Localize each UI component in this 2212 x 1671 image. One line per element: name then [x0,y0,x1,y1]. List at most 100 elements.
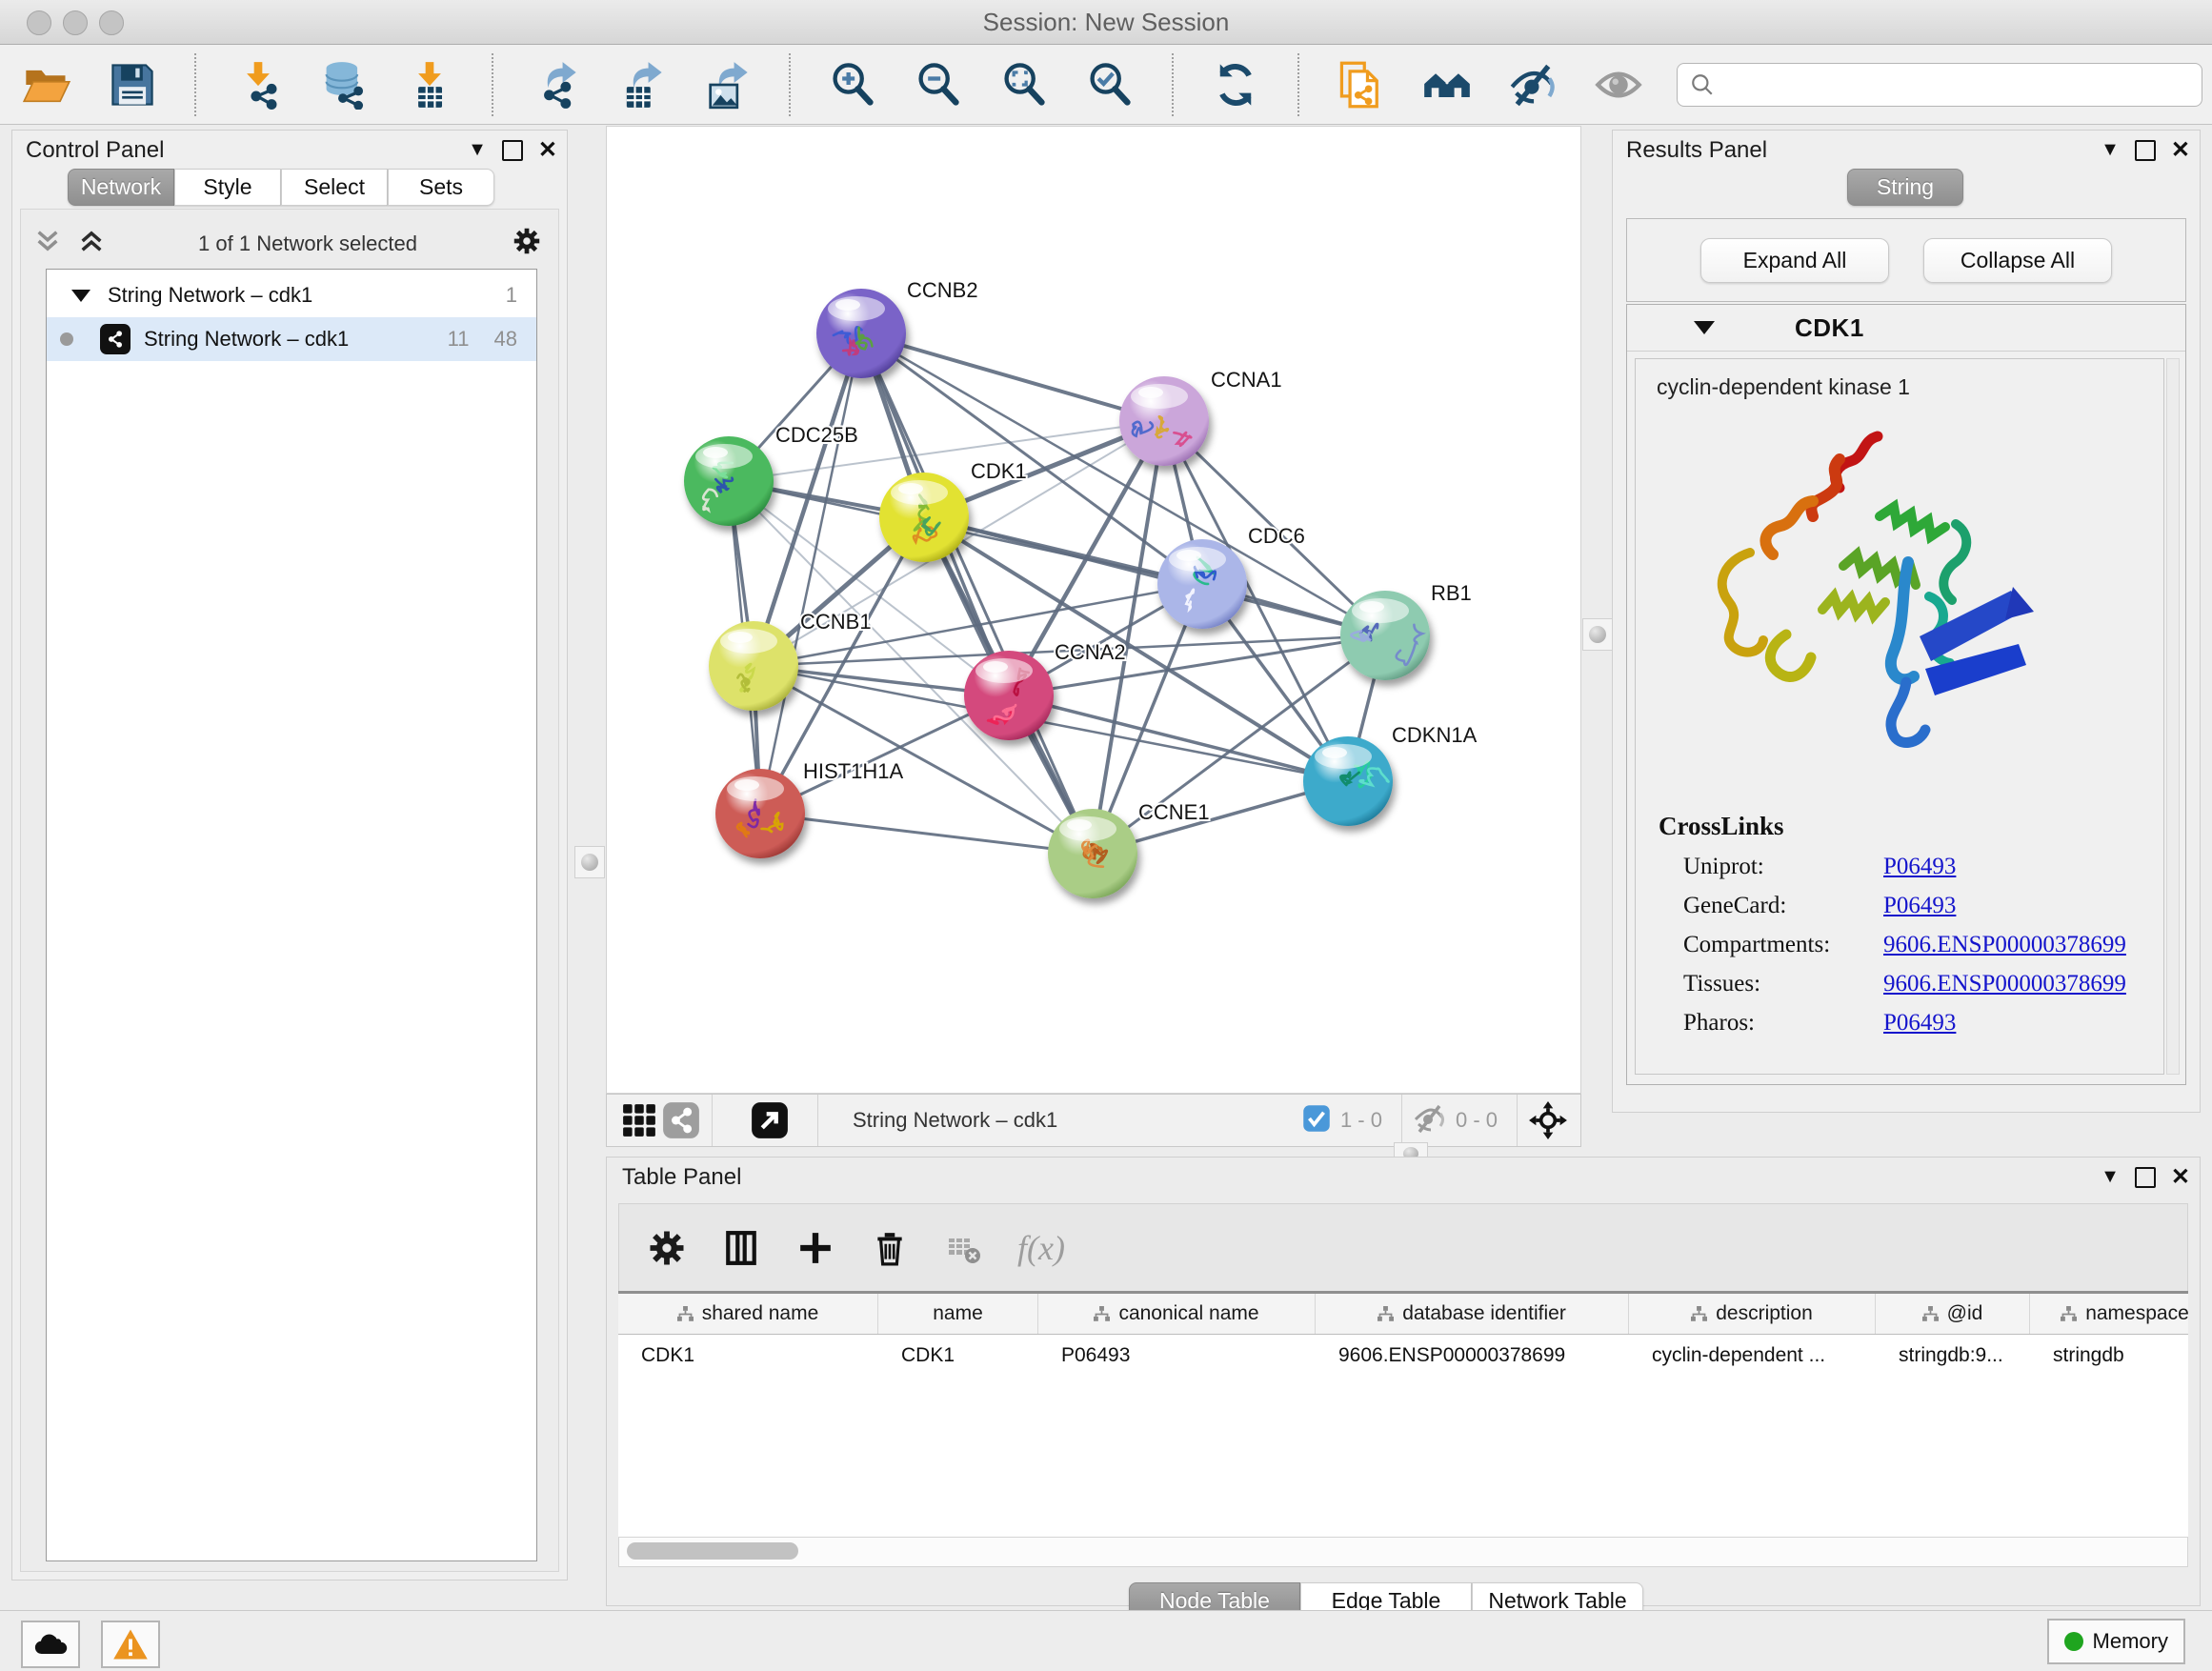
network-options-gear-icon[interactable] [511,225,543,262]
column-header-description[interactable]: description [1629,1294,1876,1334]
import-network-icon[interactable] [231,57,286,112]
expand-all-chevron-icon[interactable] [78,228,105,259]
panel-menu-icon[interactable]: ▼ [468,139,487,161]
edge-CCNA2-CDKN1A[interactable] [1009,695,1348,781]
node-CDKN1A[interactable]: CDKN1A [1303,723,1478,826]
collection-label: String Network – cdk1 [108,283,312,308]
edge-CCNB2-HIST1H1A[interactable] [760,333,861,814]
zoom-in-icon[interactable] [825,57,880,112]
table-cell[interactable]: stringdb [2030,1335,2188,1377]
zoom-out-icon[interactable] [911,57,966,112]
column-header-canonical-name[interactable]: canonical name [1038,1294,1316,1334]
open-session-icon[interactable] [19,57,74,112]
zoom-fit-icon[interactable] [996,57,1052,112]
main-toolbar: ? [0,45,2212,125]
collection-expand-icon[interactable] [71,290,90,302]
tab-style[interactable]: Style [174,169,281,206]
table-panel: Table Panel ▼ ✕ f(x) shared namenamecano… [606,1157,2201,1606]
first-neighbors-icon[interactable] [1419,57,1475,112]
panel-close-icon[interactable]: ✕ [2171,1163,2190,1191]
zoom-selected-icon[interactable] [1082,57,1137,112]
protein-collapse-icon[interactable] [1694,321,1715,334]
table-options-gear-icon[interactable] [646,1227,688,1269]
hide-selected-icon[interactable] [1505,57,1560,112]
node-label: CDK1 [971,459,1027,483]
edge-HIST1H1A-CCNE1[interactable] [760,814,1093,854]
crosslink-link[interactable]: P06493 [1883,893,1956,919]
memory-button[interactable]: Memory [2047,1619,2185,1664]
node-HIST1H1A[interactable]: HIST1H1A [715,759,903,858]
table-cell[interactable]: cyclin-dependent ... [1629,1335,1876,1377]
panel-close-icon[interactable]: ✕ [538,136,557,164]
table-cell[interactable]: P06493 [1038,1335,1316,1377]
results-scrollbar[interactable] [2166,358,2180,1075]
panel-float-icon[interactable] [502,140,523,161]
network-edge-count: 48 [494,327,517,352]
table-row[interactable]: CDK1CDK1P064939606.ENSP00000378699cyclin… [618,1335,2188,1377]
column-header-namespace[interactable]: namespace [2030,1294,2188,1334]
column-header-database-identifier[interactable]: database identifier [1316,1294,1629,1334]
protein-header-row[interactable]: CDK1 [1627,305,2185,352]
show-columns-icon[interactable] [720,1227,762,1269]
grid-view-icon[interactable] [618,1099,660,1141]
panel-float-icon[interactable] [2135,1167,2156,1188]
table-cell[interactable]: 9606.ENSP00000378699 [1316,1335,1629,1377]
collapse-all-chevron-icon[interactable] [34,228,61,259]
hidden-eye-icon[interactable] [1412,1101,1446,1140]
column-header-@id[interactable]: @id [1876,1294,2030,1334]
table-cell[interactable]: CDK1 [618,1335,878,1377]
crosslink-link[interactable]: P06493 [1883,854,1956,880]
search-input[interactable] [1677,63,2202,107]
expand-all-button[interactable]: Expand All [1700,238,1889,283]
import-database-icon[interactable] [316,57,372,112]
duplicate-network-icon[interactable] [1334,57,1389,112]
refresh-icon[interactable] [1208,57,1263,112]
column-header-shared-name[interactable]: shared name [618,1294,878,1334]
node-CCNE1[interactable]: CCNE1 [1048,800,1210,898]
node-CDK1[interactable]: CDK1 [879,459,1027,562]
selected-checkbox-icon[interactable] [1302,1104,1331,1137]
table-hscrollbar-thumb[interactable] [627,1542,798,1560]
panel-menu-icon[interactable]: ▼ [2101,1166,2120,1188]
crosslink-link[interactable]: P06493 [1883,1010,1956,1037]
panel-float-icon[interactable] [2135,140,2156,161]
node-table[interactable]: shared namenamecanonical namedatabase id… [618,1291,2188,1540]
create-column-icon[interactable] [794,1227,836,1269]
save-session-icon[interactable] [105,57,160,112]
birds-eye-view-icon[interactable] [660,1099,702,1141]
node-CCNB2[interactable]: CCNB2 [816,278,978,378]
edge-CDK1-RB1[interactable] [924,517,1385,635]
network-graph[interactable]: CCNB2CCNA1CDC25BCDK1CDC6RB1CCNB1CCNA2CDK… [606,126,1581,1094]
detach-view-icon[interactable] [749,1099,791,1141]
import-table-icon[interactable] [402,57,457,112]
cloud-status-icon[interactable] [21,1621,80,1668]
network-list: String Network – cdk1 1 String Network –… [46,269,537,1561]
panel-menu-icon[interactable]: ▼ [2101,139,2120,161]
collapse-all-button[interactable]: Collapse All [1923,238,2112,283]
tab-select[interactable]: Select [281,169,388,206]
right-splitter-handle[interactable] [1582,618,1613,651]
node-CCNA1[interactable]: CCNA1 [1119,368,1282,466]
crosslink-link[interactable]: 9606.ENSP00000378699 [1883,932,2126,958]
export-table-icon[interactable] [613,57,669,112]
table-hscrollbar[interactable] [618,1537,2188,1567]
export-network-icon[interactable] [528,57,583,112]
tab-string[interactable]: String [1847,169,1963,206]
table-cell[interactable]: stringdb:9... [1876,1335,2030,1377]
toolbar-separator [1297,53,1299,116]
table-cell[interactable]: CDK1 [878,1335,1038,1377]
network-row-selected[interactable]: String Network – cdk1 11 48 [47,317,536,361]
delete-column-icon[interactable] [869,1227,911,1269]
warnings-icon[interactable] [101,1621,160,1668]
export-image-icon[interactable] [699,57,754,112]
node-RB1[interactable]: RB1 [1340,581,1472,680]
tab-network[interactable]: Network [68,169,174,206]
tab-sets[interactable]: Sets [388,169,494,206]
fit-content-icon[interactable] [1527,1099,1569,1141]
network-collection-row[interactable]: String Network – cdk1 1 [47,273,536,317]
edge-CCNB2-CCNA1[interactable] [861,333,1164,421]
panel-close-icon[interactable]: ✕ [2171,136,2190,164]
crosslink-link[interactable]: 9606.ENSP00000378699 [1883,971,2126,997]
column-header-name[interactable]: name [878,1294,1038,1334]
left-splitter-handle[interactable] [574,846,605,878]
